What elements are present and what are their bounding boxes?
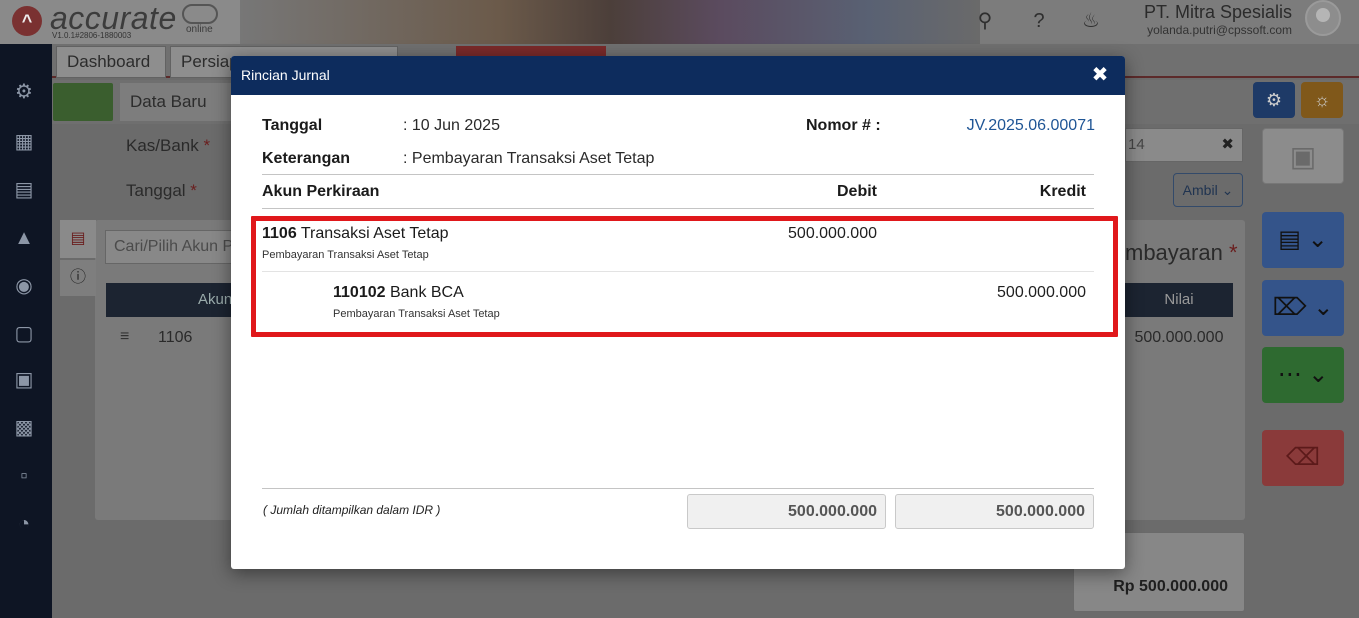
money-bag-icon[interactable]: ◉ <box>10 272 38 300</box>
company-name: PT. Mitra Spesialis <box>1143 2 1292 22</box>
settings-icon[interactable]: ⚙ <box>10 78 38 106</box>
journal-detail-modal: Rincian Jurnal ✖ Tanggal : 10 Jun 2025 N… <box>231 56 1125 569</box>
tanggal-label: Tanggal * <box>126 181 197 200</box>
ambil-button[interactable]: Ambil ⌄ <box>1173 173 1243 207</box>
avatar[interactable] <box>1305 0 1341 36</box>
top-banner <box>240 0 980 44</box>
help-icon[interactable]: ? <box>1026 8 1052 34</box>
nomor-label: Nomor # : <box>806 117 881 134</box>
total-debit-field: 500.000.000 <box>687 494 886 529</box>
right-field[interactable]: 14 ✖ <box>1125 128 1243 162</box>
journal-number[interactable]: JV.2025.06.00071 <box>967 117 1095 135</box>
modal-header: Rincian Jurnal ✖ <box>231 56 1125 95</box>
ledger-book-icon[interactable]: ▤ <box>10 176 38 204</box>
bank-icon[interactable]: ▲ <box>10 224 38 252</box>
column-akun-perkiraan: Akun Perkiraan <box>262 183 380 200</box>
tab-dashboard[interactable]: Dashboard <box>56 46 166 78</box>
modal-title: Rincian Jurnal <box>241 67 330 83</box>
detail-tab-icon[interactable]: ▤ <box>60 220 96 258</box>
lightbulb-button[interactable]: ☼ <box>1301 82 1343 118</box>
divider <box>262 174 1094 175</box>
save-button[interactable]: ▣ <box>1262 128 1344 184</box>
report-chart-icon[interactable]: ◔ <box>10 510 38 538</box>
entry-description: Pembayaran Transaksi Aset Tetap <box>262 249 429 261</box>
inventory-icon[interactable]: ▩ <box>10 414 38 442</box>
entry-description: Pembayaran Transaksi Aset Tetap <box>333 308 500 320</box>
tanggal-value: : 10 Jun 2025 <box>403 117 500 134</box>
close-icon[interactable]: ✖ <box>1089 62 1111 88</box>
entry-debit: 500.000.000 <box>788 225 877 242</box>
table-row-value: 500.000.000 <box>1134 329 1224 346</box>
entry-kredit: 500.000.000 <box>997 284 1086 301</box>
logo[interactable]: ^ accurate online V1.0.1#2806-1880003 <box>0 0 240 44</box>
currency-note: ( Jumlah ditampilkan dalam IDR ) <box>263 503 441 517</box>
keterangan-value: : Pembayaran Transaksi Aset Tetap <box>403 150 655 167</box>
sales-cart-icon[interactable]: ▣ <box>10 366 38 394</box>
search-icon[interactable]: ⚲ <box>972 8 998 34</box>
sidebar: ⚙ ▦ ▤ ▲ ◉ ▢ ▣ ▩ ▫ ◔ <box>0 44 52 618</box>
attachment-button[interactable]: ⌦ ⌄ <box>1262 280 1344 336</box>
tab-data-baru[interactable]: Data Baru <box>120 83 240 121</box>
list-view-button[interactable] <box>53 83 113 121</box>
accurate-logo-icon: ^ <box>12 6 42 36</box>
entry-account-code: 110102 <box>333 284 386 301</box>
entry-account: 110102 Bank BCA <box>333 284 464 302</box>
table-row-code: 1106 <box>158 329 193 346</box>
column-kredit: Kredit <box>1039 183 1086 200</box>
gear-button[interactable]: ⚙ <box>1253 82 1295 118</box>
table-header-nilai: Nilai <box>1125 283 1233 317</box>
cloud-icon <box>182 4 218 24</box>
tanggal-label: Tanggal <box>262 117 323 134</box>
delete-button[interactable]: ⌫ <box>1262 430 1344 486</box>
column-debit: Debit <box>837 183 877 200</box>
pembayaran-label: mbayaran * <box>1125 240 1238 265</box>
table-header-akun: Akun <box>106 283 232 317</box>
top-bar: ^ accurate online V1.0.1#2806-1880003 ⚲ … <box>0 0 1359 44</box>
more-options-button[interactable]: ⋯ ⌄ <box>1262 347 1344 403</box>
entry-account-name: Bank BCA <box>389 284 464 301</box>
clear-icon[interactable]: ✖ <box>1221 129 1234 161</box>
user-email: yolanda.putri@cpssoft.com <box>1147 23 1292 37</box>
entry-account-name: Transaksi Aset Tetap <box>300 225 449 242</box>
document-button[interactable]: ▤ ⌄ <box>1262 212 1344 268</box>
logo-subtext: online <box>186 24 213 35</box>
info-tab-icon[interactable]: ⓘ <box>60 260 96 296</box>
entry-account-code: 1106 <box>262 225 297 242</box>
shopping-cart-icon[interactable]: ▢ <box>10 320 38 348</box>
divider <box>262 488 1094 489</box>
tax-icon[interactable]: ▫ <box>10 462 38 490</box>
drag-handle-icon[interactable]: ≡ <box>120 328 129 346</box>
app-version: V1.0.1#2806-1880003 <box>52 31 132 40</box>
divider <box>262 208 1094 209</box>
keterangan-label: Keterangan <box>262 150 351 167</box>
kas-bank-label: Kas/Bank * <box>126 136 211 155</box>
total-kredit-field: 500.000.000 <box>895 494 1094 529</box>
company-building-icon[interactable]: ▦ <box>10 128 38 156</box>
row-divider <box>262 271 1094 272</box>
entry-account: 1106 Transaksi Aset Tetap <box>262 225 449 243</box>
account-search-input[interactable]: Cari/Pilih Akun P <box>105 230 235 264</box>
